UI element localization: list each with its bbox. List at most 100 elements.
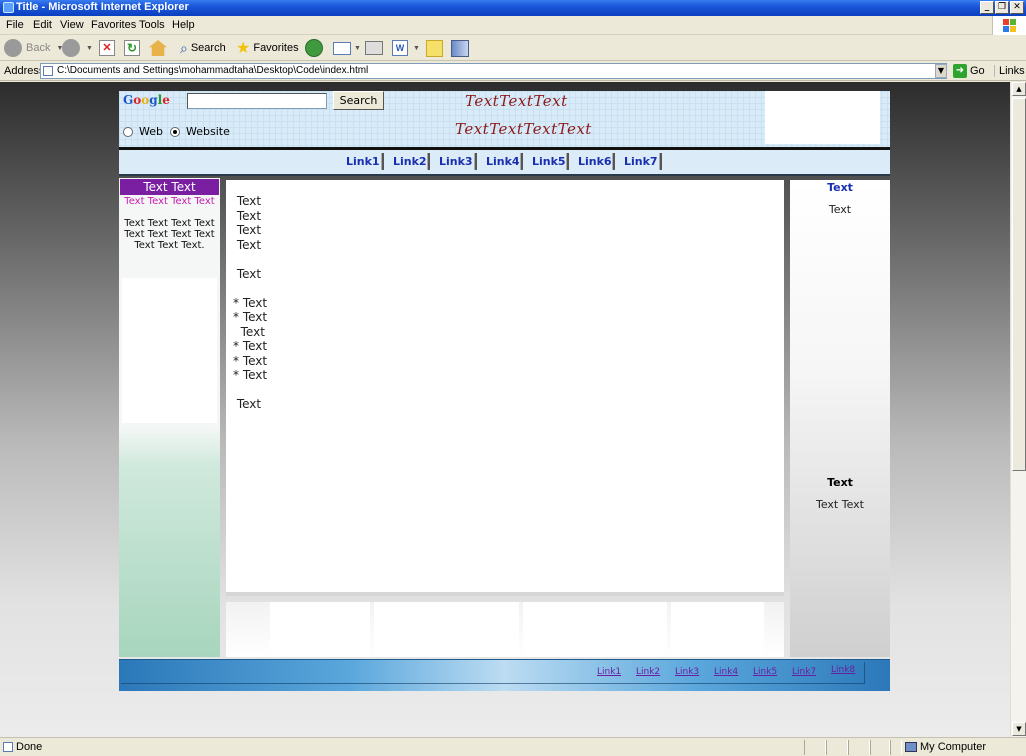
- web-page: Google Search Web Website TextTextText T…: [119, 91, 890, 691]
- back-arrow-icon: [4, 39, 22, 57]
- main-content-line: Text: [233, 237, 262, 252]
- google-search-button[interactable]: Search: [333, 91, 384, 110]
- main-content-text: Text Text Text Text Text * Text * Text Te…: [233, 194, 267, 412]
- radio-web[interactable]: [123, 127, 133, 137]
- main-content-line: Text: [233, 223, 262, 237]
- right-sidebar-title-2: Text: [827, 476, 853, 489]
- google-search-input[interactable]: [187, 93, 327, 109]
- nav-separator: [381, 153, 384, 170]
- back-label: Back: [26, 42, 51, 54]
- main-content-line: * Text: [233, 339, 268, 353]
- nav-link-1[interactable]: Link1: [342, 154, 384, 170]
- left-sidebar: Text Text Text Text Text Text Text Text …: [119, 178, 220, 657]
- nav-separator: [566, 153, 569, 170]
- favorites-label: Favorites: [253, 42, 299, 54]
- footer-link-2[interactable]: Link2: [636, 667, 660, 677]
- nav-separator: [520, 153, 523, 170]
- top-nav: Link1 Link2 Link3 Link4 Link5 Link6 Link…: [119, 150, 890, 176]
- computer-icon: [905, 742, 917, 752]
- nav-link-3[interactable]: Link3: [435, 154, 477, 170]
- toolbar: Back ▼ ▼ ✕ ↻ ⌕ Search ★ Favorites ▼ W ▼: [0, 35, 1026, 61]
- footer-link-7[interactable]: Link7: [792, 667, 816, 677]
- vertical-scrollbar[interactable]: ▲ ▼: [1010, 82, 1026, 737]
- nav-link-4[interactable]: Link4: [482, 154, 524, 170]
- footer-box: [270, 602, 370, 654]
- stop-icon: ✕: [99, 40, 115, 56]
- nav-link-2[interactable]: Link2: [389, 154, 431, 170]
- main-content-line: * Text: [233, 310, 268, 324]
- links-button[interactable]: Links: [994, 65, 1025, 77]
- stop-button[interactable]: ✕: [99, 38, 115, 58]
- page-status-icon: [3, 742, 13, 752]
- main-content-line: * Text: [233, 353, 268, 368]
- menu-file[interactable]: File: [6, 19, 24, 31]
- main-content-line: [233, 281, 267, 296]
- nav-link-6[interactable]: Link6: [574, 154, 616, 170]
- forward-button[interactable]: ▼: [62, 38, 93, 58]
- nav-link-5[interactable]: Link5: [528, 154, 570, 170]
- nav-separator: [612, 153, 615, 170]
- status-pane: [848, 740, 870, 755]
- nav-separator: [659, 153, 662, 170]
- main-content-line: [233, 383, 267, 398]
- page-icon: [43, 66, 53, 76]
- word-edit-icon: W: [392, 40, 408, 56]
- mail-dropdown-icon: ▼: [354, 44, 361, 52]
- address-dropdown-button[interactable]: ▼: [935, 64, 947, 78]
- window-title: Title - Microsoft Internet Explorer: [16, 1, 189, 13]
- refresh-button[interactable]: ↻: [124, 38, 140, 58]
- right-sidebar: Text Text Text Text Text: [790, 180, 890, 657]
- scroll-thumb[interactable]: [1012, 98, 1026, 471]
- menu-view[interactable]: View: [60, 19, 84, 31]
- status-bar: Done My Computer: [0, 737, 1026, 756]
- restore-button[interactable]: ❐: [995, 1, 1009, 14]
- status-pane: [804, 740, 826, 755]
- search-button[interactable]: ⌕ Search: [180, 38, 226, 58]
- home-button[interactable]: [149, 38, 167, 58]
- print-button[interactable]: [365, 38, 383, 58]
- mail-button[interactable]: ▼: [333, 38, 361, 58]
- footer-link-8[interactable]: Link8: [831, 665, 855, 675]
- research-icon: [451, 39, 469, 57]
- back-button[interactable]: Back ▼: [4, 38, 63, 58]
- right-sidebar-text-1: Text: [828, 203, 852, 216]
- menu-edit[interactable]: Edit: [33, 19, 52, 31]
- footer-link-1[interactable]: Link1: [597, 667, 621, 677]
- refresh-icon: ↻: [124, 40, 140, 56]
- scroll-down-arrow-icon[interactable]: ▼: [1012, 722, 1026, 736]
- menu-tools[interactable]: Tools: [139, 19, 165, 31]
- main-content-line: Text: [233, 397, 262, 411]
- footer-link-3[interactable]: Link3: [675, 667, 699, 677]
- footer-link-5[interactable]: Link5: [753, 667, 777, 677]
- left-sidebar-subheading: Text Text Text Text: [124, 196, 215, 207]
- google-logo: Google: [123, 93, 170, 107]
- forward-arrow-icon: [62, 39, 80, 57]
- footer-box: [374, 602, 519, 654]
- close-button[interactable]: ✕: [1010, 1, 1024, 14]
- scroll-up-arrow-icon[interactable]: ▲: [1012, 82, 1026, 96]
- header-script-text-2: TextTextTextText: [455, 120, 592, 138]
- status-pane: [890, 740, 902, 755]
- edit-button[interactable]: W ▼: [392, 38, 420, 58]
- main-content: Text Text Text Text Text * Text * Text Te…: [226, 180, 784, 596]
- radio-website[interactable]: [170, 127, 180, 137]
- history-button[interactable]: [305, 38, 323, 58]
- favorites-button[interactable]: ★ Favorites: [236, 38, 299, 58]
- menu-help[interactable]: Help: [172, 19, 195, 31]
- messenger-button[interactable]: [451, 38, 469, 58]
- discuss-button[interactable]: [426, 38, 443, 58]
- address-input[interactable]: C:\Documents and Settings\mohammadtaha\D…: [40, 63, 947, 79]
- footer-link-4[interactable]: Link4: [714, 667, 738, 677]
- nav-link-7[interactable]: Link7: [620, 154, 662, 170]
- main-content-line: Text: [233, 266, 262, 281]
- search-icon: ⌕: [180, 39, 188, 56]
- left-sidebar-heading: Text Text: [120, 179, 219, 195]
- minimize-button[interactable]: _: [980, 1, 994, 14]
- left-sidebar-panel: [122, 278, 217, 423]
- address-bar: Address C:\Documents and Settings\mohamm…: [0, 61, 1026, 81]
- menu-favorites[interactable]: Favorites: [91, 19, 136, 31]
- mail-icon: [333, 41, 351, 55]
- forward-dropdown-icon: ▼: [86, 44, 93, 52]
- go-button[interactable]: ➜ Go: [953, 64, 985, 78]
- left-sidebar-text: Text Text Text Text Text Text Text Text …: [124, 218, 215, 251]
